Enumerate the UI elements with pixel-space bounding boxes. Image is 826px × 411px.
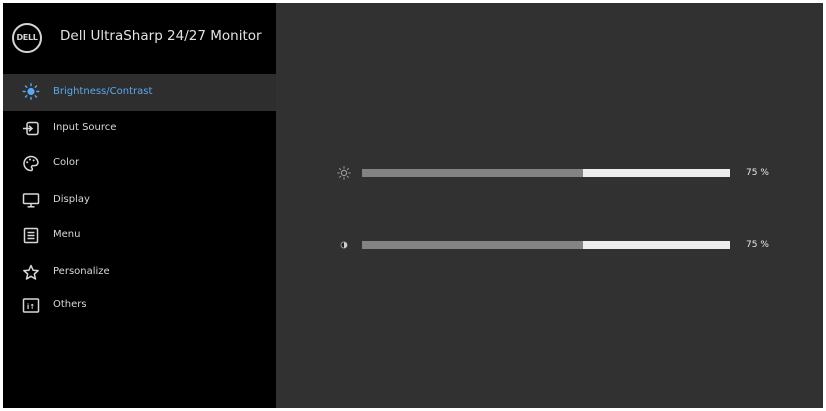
dell-logo: DELL xyxy=(12,23,42,53)
monitor-osd-window: DELL Dell UltraSharp 24/27 Monitor Brigh… xyxy=(3,3,823,408)
contrast-slider[interactable] xyxy=(362,241,730,249)
osd-menu: Brightness/Contrast Input Source Color D… xyxy=(3,74,276,323)
menu-item-menu[interactable]: Menu xyxy=(3,218,276,255)
contrast-value: 75 % xyxy=(746,240,769,250)
contrast-slider-fill xyxy=(362,241,583,249)
svg-text:i↑: i↑ xyxy=(27,303,35,311)
contrast-icon xyxy=(337,238,351,252)
osd-sidebar: DELL Dell UltraSharp 24/27 Monitor Brigh… xyxy=(3,3,276,408)
menu-icon xyxy=(22,227,40,244)
menu-item-label: Color xyxy=(53,157,80,168)
menu-item-label: Input Source xyxy=(53,122,117,133)
color-palette-icon xyxy=(22,155,40,172)
brightness-slider-fill xyxy=(362,169,583,177)
input-source-icon xyxy=(22,120,40,137)
brightness-slider[interactable] xyxy=(362,169,730,177)
menu-item-others[interactable]: i↑ Others xyxy=(3,288,276,323)
osd-content-panel: 75 % 75 % xyxy=(276,3,823,408)
others-icon: i↑ xyxy=(22,297,40,314)
brightness-icon xyxy=(22,83,40,100)
osd-header: DELL Dell UltraSharp 24/27 Monitor xyxy=(3,3,276,71)
contrast-slider-row: 75 % xyxy=(276,238,823,252)
menu-item-input-source[interactable]: Input Source xyxy=(3,111,276,146)
menu-item-label: Menu xyxy=(53,229,81,240)
monitor-title: Dell UltraSharp 24/27 Monitor xyxy=(60,28,262,44)
display-icon xyxy=(22,192,40,209)
star-icon xyxy=(22,264,40,281)
menu-item-brightness-contrast[interactable]: Brightness/Contrast xyxy=(3,74,276,111)
menu-item-display[interactable]: Display xyxy=(3,183,276,218)
brightness-value: 75 % xyxy=(746,168,769,178)
menu-item-label: Personalize xyxy=(53,266,110,277)
menu-item-color[interactable]: Color xyxy=(3,146,276,183)
menu-item-label: Display xyxy=(53,194,90,205)
brightness-icon xyxy=(337,166,351,180)
menu-item-personalize[interactable]: Personalize xyxy=(3,255,276,288)
menu-item-label: Brightness/Contrast xyxy=(53,86,153,97)
brightness-slider-row: 75 % xyxy=(276,166,823,180)
menu-item-label: Others xyxy=(53,299,87,310)
